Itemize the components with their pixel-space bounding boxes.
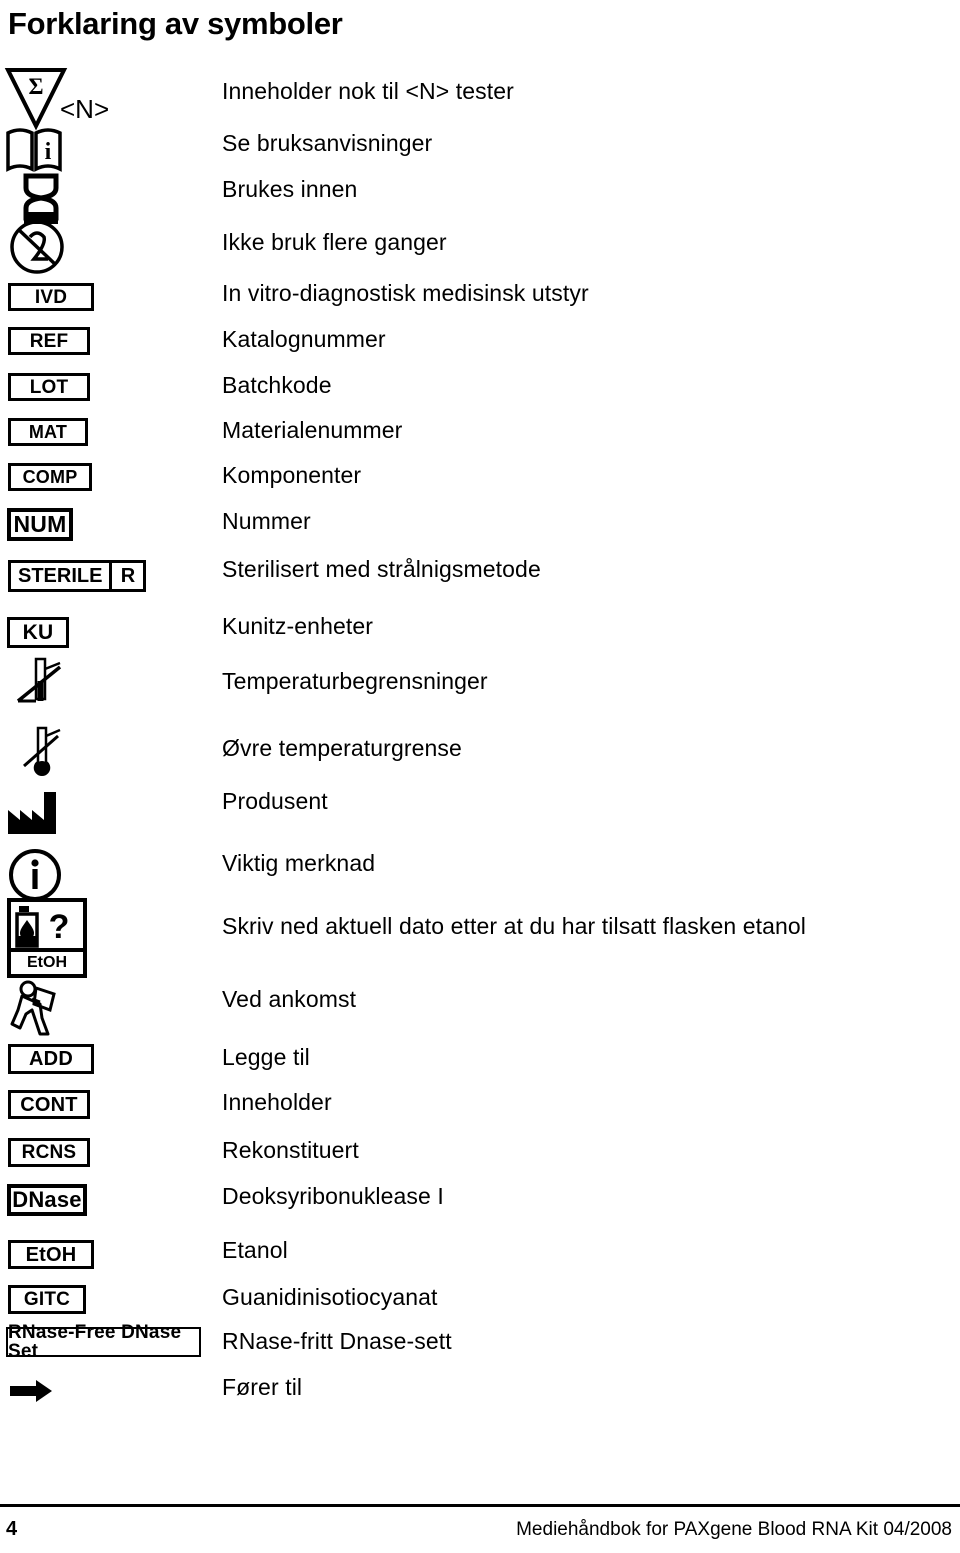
row-label-17: Ved ankomst <box>222 986 357 1012</box>
rnase-free-dnase-set-box-icon: RNase-Free DNase Set <box>6 1323 201 1361</box>
comp-box-icon: COMP <box>8 463 92 491</box>
sterile-r-box-icon: STERILE R <box>8 560 147 592</box>
row-label-23: Guanidinisotiocyanat <box>222 1284 438 1310</box>
consult-instructions-booklet-icon: i <box>0 127 225 177</box>
num-box-icon: NUM <box>7 508 73 541</box>
rcns-box-icon: RCNS <box>8 1138 90 1167</box>
leads-to-arrow-icon <box>0 1374 225 1404</box>
row-label-3: Ikke bruk flere ganger <box>222 229 447 255</box>
use-by-hourglass-icon <box>0 172 225 224</box>
add-box-icon: ADD <box>8 1044 94 1074</box>
etoh-bottle-graphic: ? <box>11 902 83 952</box>
row-label-25: Fører til <box>222 1374 303 1400</box>
row-label-13: Øvre temperaturgrense <box>222 735 462 761</box>
ivd-box-icon: IVD <box>8 283 94 311</box>
row-label-19: Inneholder <box>222 1089 332 1115</box>
on-arrival-person-icon <box>0 980 225 1036</box>
row-label-0: Inneholder nok til <N> tester <box>222 78 514 104</box>
row-label-14: Produsent <box>222 788 328 814</box>
row-label-1: Se bruksanvisninger <box>222 130 433 156</box>
row-label-18: Legge til <box>222 1044 310 1070</box>
ref-box-icon: REF <box>8 327 90 355</box>
row-label-12: Temperaturbegrensninger <box>222 668 488 694</box>
row-label-10: Sterilisert med strålnigsmetode <box>222 556 541 582</box>
row-label-24: RNase-fritt Dnase-sett <box>222 1328 452 1354</box>
sum-triangle-n-icon: Σ <box>0 60 225 131</box>
footer-document-title: Mediehåndbok for PAXgene Blood RNA Kit 0… <box>516 1519 952 1540</box>
row-label-22: Etanol <box>222 1237 288 1263</box>
ku-box-icon: KU <box>7 617 69 648</box>
etoh-stack-label: EtOH <box>27 954 67 971</box>
sterile-method-label: R <box>120 565 136 587</box>
etoh-box-icon: EtOH <box>8 1240 94 1269</box>
row-label-7: Materialenummer <box>222 417 403 443</box>
do-not-reuse-icon <box>0 219 225 275</box>
row-label-21: Deoksyribonuklease I <box>222 1183 444 1209</box>
document-page: Forklaring av symboler Σ <N> Inneholder … <box>0 0 960 1553</box>
row-label-6: Batchkode <box>222 372 332 398</box>
mat-box-icon: MAT <box>8 418 88 446</box>
row-label-20: Rekonstituert <box>222 1137 359 1163</box>
page-title: Forklaring av symboler <box>8 6 343 41</box>
important-note-info-icon <box>0 848 225 902</box>
svg-text:?: ? <box>49 908 70 946</box>
lot-box-icon: LOT <box>8 373 90 401</box>
cont-box-icon: CONT <box>8 1090 90 1119</box>
dnase-box-icon: DNase <box>7 1184 87 1216</box>
row-label-15: Viktig merknad <box>222 850 376 876</box>
footer-divider <box>0 1504 960 1507</box>
temperature-limits-icon <box>0 655 225 715</box>
row-label-16: Skriv ned aktuell dato etter at du har t… <box>222 913 806 939</box>
row-label-9: Nummer <box>222 508 311 534</box>
row-label-2: Brukes innen <box>222 176 358 202</box>
manufacturer-factory-icon <box>0 788 225 840</box>
row-label-11: Kunitz-enheter <box>222 613 373 639</box>
footer-page-number: 4 <box>6 1518 18 1540</box>
etoh-bottle-question-icon: ? EtOH <box>7 898 87 978</box>
gitc-box-icon: GITC <box>8 1285 86 1314</box>
n-marker-label: <N> <box>60 94 110 124</box>
upper-temperature-limit-icon <box>0 722 225 782</box>
row-label-8: Komponenter <box>222 462 362 488</box>
sterile-label: STERILE <box>18 565 103 587</box>
svg-text:i: i <box>45 139 52 165</box>
row-label-4: In vitro-diagnostisk medisinsk utstyr <box>222 280 589 306</box>
row-label-5: Katalognummer <box>222 326 386 352</box>
svg-text:Σ: Σ <box>28 74 43 99</box>
